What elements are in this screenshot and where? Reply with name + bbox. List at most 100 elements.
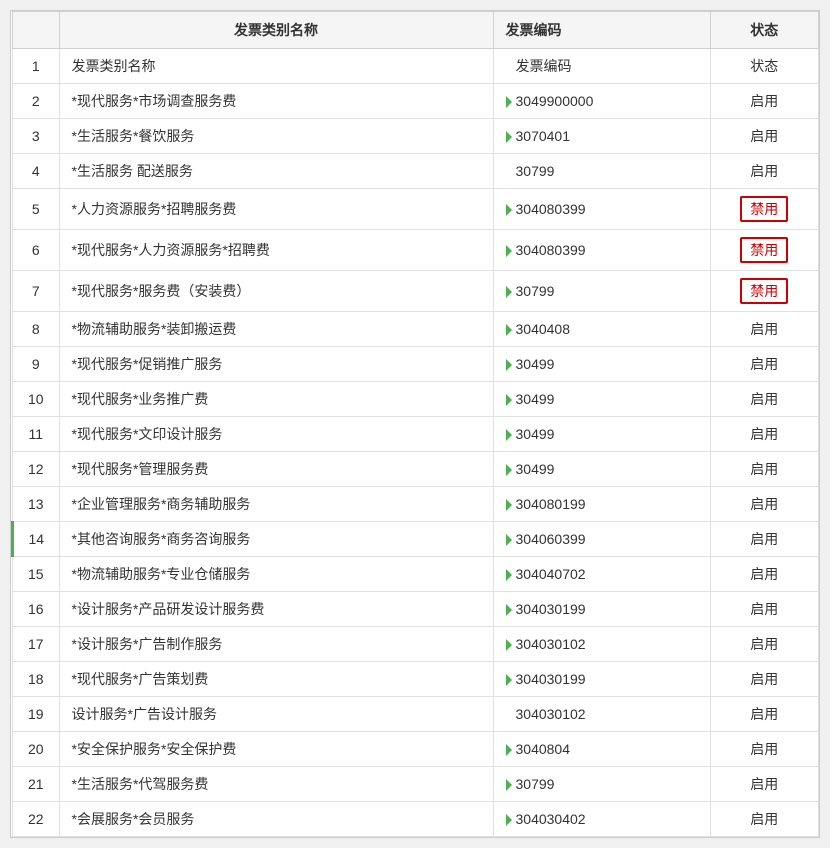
invoice-code: 304030102 bbox=[493, 697, 710, 732]
invoice-name: *其他咨询服务*商务咨询服务 bbox=[59, 522, 493, 557]
table-row[interactable]: 1发票类别名称发票编码 状态 bbox=[13, 49, 819, 84]
invoice-name: 设计服务*广告设计服务 bbox=[59, 697, 493, 732]
invoice-name: *现代服务*服务费（安装费） bbox=[59, 271, 493, 312]
invoice-code: 3040408 bbox=[493, 312, 710, 347]
invoice-status: 启用 bbox=[710, 84, 819, 119]
invoice-code: 30499 bbox=[493, 417, 710, 452]
table-row[interactable]: 6*现代服务*人力资源服务*招聘费304080399禁用 bbox=[13, 230, 819, 271]
status-badge-enabled: 启用 bbox=[750, 128, 778, 144]
table-row[interactable]: 19设计服务*广告设计服务304030102 启用 bbox=[13, 697, 819, 732]
invoice-code: 3070401 bbox=[493, 119, 710, 154]
status-badge-enabled: 启用 bbox=[750, 496, 778, 512]
invoice-name: *物流辅助服务*专业仓储服务 bbox=[59, 557, 493, 592]
header-code: 发票编码 bbox=[493, 12, 710, 49]
code-marker-icon bbox=[506, 324, 512, 336]
code-marker-icon bbox=[506, 286, 512, 298]
table-row[interactable]: 9*现代服务*促销推广服务30499启用 bbox=[13, 347, 819, 382]
invoice-code: 30499 bbox=[493, 452, 710, 487]
table-row[interactable]: 10*现代服务*业务推广费30499启用 bbox=[13, 382, 819, 417]
row-number: 1 bbox=[13, 49, 60, 84]
code-marker-icon bbox=[506, 604, 512, 616]
status-badge-enabled: 启用 bbox=[750, 741, 778, 757]
invoice-code: 30799 bbox=[493, 154, 710, 189]
header-num bbox=[13, 12, 60, 49]
invoice-name: 发票类别名称 bbox=[59, 49, 493, 84]
status-badge-enabled: 启用 bbox=[750, 706, 778, 722]
status-badge-disabled: 禁用 bbox=[740, 237, 788, 263]
header-status: 状态 bbox=[710, 12, 819, 49]
table-row[interactable]: 13*企业管理服务*商务辅助服务304080199启用 bbox=[13, 487, 819, 522]
code-marker-icon bbox=[506, 674, 512, 686]
status-badge-enabled: 状态 bbox=[750, 58, 778, 74]
row-number: 14 bbox=[13, 522, 60, 557]
invoice-code: 发票编码 bbox=[493, 49, 710, 84]
code-marker-icon bbox=[506, 245, 512, 257]
code-marker-icon bbox=[506, 569, 512, 581]
invoice-code: 304030402 bbox=[493, 802, 710, 837]
status-badge-disabled: 禁用 bbox=[740, 278, 788, 304]
status-badge-enabled: 启用 bbox=[750, 321, 778, 337]
table-row[interactable]: 22*会展服务*会员服务304030402启用 bbox=[13, 802, 819, 837]
code-marker-icon bbox=[506, 429, 512, 441]
table-row[interactable]: 21*生活服务*代驾服务费30799启用 bbox=[13, 767, 819, 802]
invoice-code: 304060399 bbox=[493, 522, 710, 557]
invoice-code: 30499 bbox=[493, 382, 710, 417]
row-number: 21 bbox=[13, 767, 60, 802]
invoice-status: 启用 bbox=[710, 312, 819, 347]
table-row[interactable]: 3*生活服务*餐饮服务3070401启用 bbox=[13, 119, 819, 154]
table-row[interactable]: 8*物流辅助服务*装卸搬运费3040408启用 bbox=[13, 312, 819, 347]
invoice-code: 304030199 bbox=[493, 592, 710, 627]
row-number: 9 bbox=[13, 347, 60, 382]
status-badge-enabled: 启用 bbox=[750, 671, 778, 687]
invoice-status: 启用 bbox=[710, 487, 819, 522]
table-row[interactable]: 5*人力资源服务*招聘服务费304080399禁用 bbox=[13, 189, 819, 230]
status-badge-disabled: 禁用 bbox=[740, 196, 788, 222]
code-marker-icon bbox=[506, 814, 512, 826]
header-name: 发票类别名称 bbox=[59, 12, 493, 49]
table-row[interactable]: 4*生活服务 配送服务30799启用 bbox=[13, 154, 819, 189]
invoice-name: *现代服务*文印设计服务 bbox=[59, 417, 493, 452]
status-badge-enabled: 启用 bbox=[750, 811, 778, 827]
row-number: 17 bbox=[13, 627, 60, 662]
code-marker-icon bbox=[506, 779, 512, 791]
invoice-status: 启用 bbox=[710, 417, 819, 452]
code-marker-icon bbox=[506, 639, 512, 651]
table-row[interactable]: 11*现代服务*文印设计服务30499启用 bbox=[13, 417, 819, 452]
row-number: 19 bbox=[13, 697, 60, 732]
row-number: 12 bbox=[13, 452, 60, 487]
code-marker-icon bbox=[506, 359, 512, 371]
row-number: 16 bbox=[13, 592, 60, 627]
table-row[interactable]: 17*设计服务*广告制作服务304030102启用 bbox=[13, 627, 819, 662]
invoice-name: *企业管理服务*商务辅助服务 bbox=[59, 487, 493, 522]
invoice-status: 启用 bbox=[710, 382, 819, 417]
row-number: 6 bbox=[13, 230, 60, 271]
row-number: 2 bbox=[13, 84, 60, 119]
table-row[interactable]: 16*设计服务*产品研发设计服务费304030199启用 bbox=[13, 592, 819, 627]
status-badge-enabled: 启用 bbox=[750, 93, 778, 109]
row-number: 22 bbox=[13, 802, 60, 837]
invoice-status: 启用 bbox=[710, 154, 819, 189]
invoice-code: 30499 bbox=[493, 347, 710, 382]
table-row[interactable]: 18*现代服务*广告策划费304030199启用 bbox=[13, 662, 819, 697]
table-row[interactable]: 2*现代服务*市场调查服务费3049900000启用 bbox=[13, 84, 819, 119]
table-row[interactable]: 12*现代服务*管理服务费30499启用 bbox=[13, 452, 819, 487]
table-row[interactable]: 20*安全保护服务*安全保护费3040804启用 bbox=[13, 732, 819, 767]
code-marker-icon bbox=[506, 464, 512, 476]
invoice-status: 启用 bbox=[710, 452, 819, 487]
table-header-row: 发票类别名称 发票编码 状态 bbox=[13, 12, 819, 49]
code-marker-icon bbox=[506, 131, 512, 143]
invoice-name: *现代服务*业务推广费 bbox=[59, 382, 493, 417]
status-badge-enabled: 启用 bbox=[750, 636, 778, 652]
table-row[interactable]: 15*物流辅助服务*专业仓储服务304040702启用 bbox=[13, 557, 819, 592]
table-row[interactable]: 14*其他咨询服务*商务咨询服务304060399启用 bbox=[13, 522, 819, 557]
code-marker-icon bbox=[506, 96, 512, 108]
invoice-status: 启用 bbox=[710, 522, 819, 557]
invoice-status: 启用 bbox=[710, 767, 819, 802]
invoice-status: 启用 bbox=[710, 557, 819, 592]
invoice-name: *现代服务*市场调查服务费 bbox=[59, 84, 493, 119]
invoice-status: 启用 bbox=[710, 662, 819, 697]
table-row[interactable]: 7*现代服务*服务费（安装费）30799禁用 bbox=[13, 271, 819, 312]
invoice-name: *现代服务*管理服务费 bbox=[59, 452, 493, 487]
code-marker-icon bbox=[506, 534, 512, 546]
row-number: 4 bbox=[13, 154, 60, 189]
